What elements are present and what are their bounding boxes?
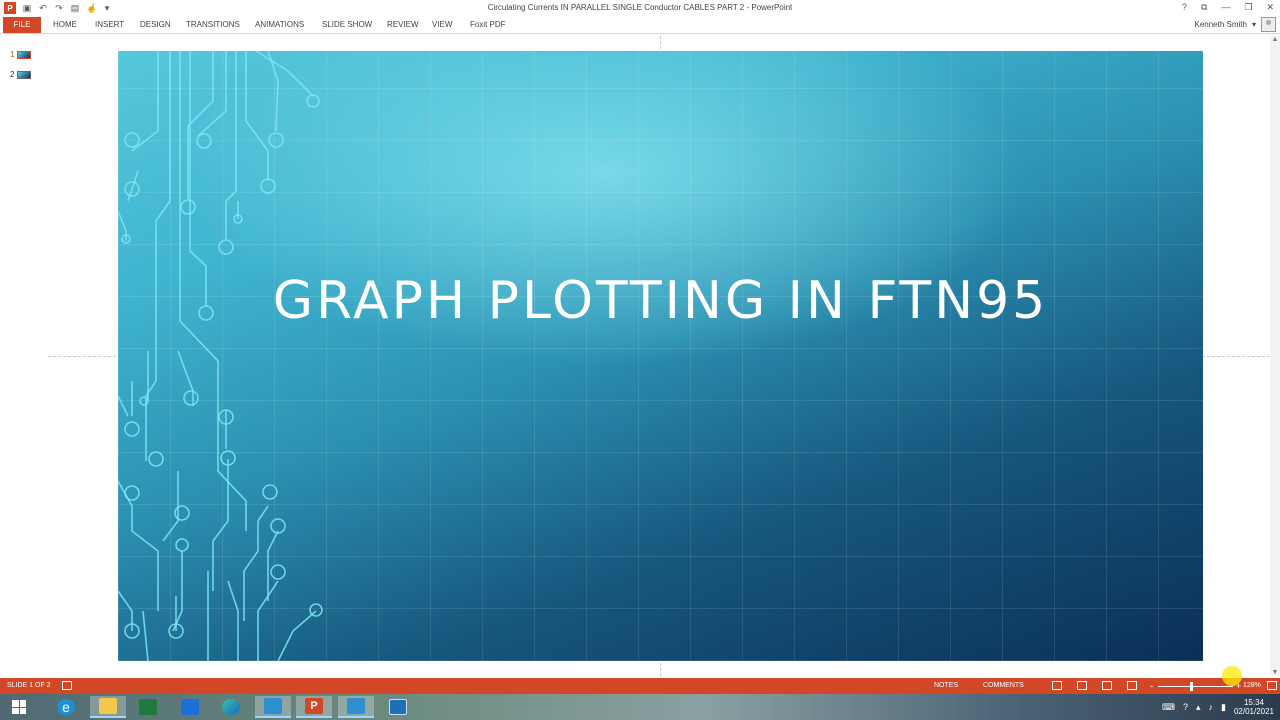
excel-icon xyxy=(139,699,157,715)
network-icon[interactable]: ▮ xyxy=(1221,702,1226,713)
internet-explorer-icon: e xyxy=(57,699,75,715)
system-tray: ⌨ ? ▴ ♪ ▮ 15:34 02/01/2021 xyxy=(1162,698,1274,716)
folder-icon xyxy=(99,698,117,714)
tab-slide-show[interactable]: SLIDE SHOW xyxy=(322,18,372,32)
user-name[interactable]: Kenneth Smith xyxy=(1195,20,1247,29)
taskbar-dropbox[interactable] xyxy=(172,696,208,718)
taskbar-edge[interactable] xyxy=(213,696,249,718)
zoom-slider-handle[interactable] xyxy=(1189,682,1193,691)
slide-sorter-icon[interactable] xyxy=(1077,681,1087,690)
spelling-check-icon[interactable] xyxy=(62,681,72,690)
tab-review[interactable]: REVIEW xyxy=(387,18,419,32)
help-icon[interactable]: ? xyxy=(1183,702,1188,712)
thumbnail-number: 1 xyxy=(10,50,15,59)
clock[interactable]: 15:34 02/01/2021 xyxy=(1234,698,1274,716)
slide-thumbnail-image[interactable] xyxy=(17,50,32,59)
remote-desktop-icon xyxy=(347,698,365,714)
tab-file[interactable]: FILE xyxy=(3,17,41,33)
slide-canvas[interactable]: GRAPH PLOTTING IN FTN95 xyxy=(118,51,1203,661)
fit-slide-icon[interactable] xyxy=(1267,681,1277,690)
window-title: Circulating Currents IN PARALLEL SINGLE … xyxy=(487,3,793,12)
slide-thumbnails-pane: 1 2 xyxy=(0,36,48,676)
user-dropdown-icon[interactable]: ▾ xyxy=(1252,20,1256,29)
close-button[interactable]: ✕ xyxy=(1266,2,1274,13)
minimize-button[interactable]: — xyxy=(1221,2,1230,13)
tray-overflow-icon[interactable]: ▴ xyxy=(1196,702,1201,713)
avatar[interactable] xyxy=(1261,17,1276,32)
scroll-up-icon[interactable]: ▲ xyxy=(1271,36,1279,43)
taskbar-remote-desktop[interactable] xyxy=(255,696,291,718)
clock-time: 15:34 xyxy=(1243,698,1264,707)
tab-design[interactable]: DESIGN xyxy=(140,18,171,32)
notes-button[interactable]: NOTES xyxy=(934,682,958,689)
tab-animations[interactable]: ANIMATIONS xyxy=(255,18,304,32)
circuit-decoration xyxy=(118,51,323,661)
tab-insert[interactable]: INSERT xyxy=(95,18,124,32)
window-controls: ? ⧉ — ❐ ✕ xyxy=(1182,2,1274,13)
zoom-level[interactable]: 128% xyxy=(1243,682,1261,689)
slide-title[interactable]: GRAPH PLOTTING IN FTN95 xyxy=(118,271,1203,331)
help-button[interactable]: ? xyxy=(1182,2,1187,13)
restore-button[interactable]: ❐ xyxy=(1244,2,1252,13)
taskbar-powerpoint[interactable]: P xyxy=(296,696,332,718)
taskbar-file-explorer[interactable] xyxy=(90,696,126,718)
tab-view[interactable]: VIEW xyxy=(432,18,452,32)
start-button[interactable] xyxy=(4,696,34,718)
zoom-out-button[interactable]: - xyxy=(1150,681,1153,691)
tab-transitions[interactable]: TRANSITIONS xyxy=(186,18,240,32)
ribbon-tabs: FILE HOME INSERT DESIGN TRANSITIONS ANIM… xyxy=(0,16,1280,34)
reading-view-icon[interactable] xyxy=(1102,681,1112,690)
thumbnail-slide-2[interactable]: 2 xyxy=(10,70,32,79)
tab-foxit-pdf[interactable]: Foxit PDF xyxy=(470,18,506,32)
taskbar-internet-explorer[interactable]: e xyxy=(48,696,84,718)
windows-logo-icon xyxy=(12,700,26,714)
mouse-cursor-highlight xyxy=(1222,666,1242,686)
scroll-down-icon[interactable]: ▼ xyxy=(1271,669,1279,676)
powerpoint-icon: P xyxy=(305,698,323,714)
ribbon-display-options-button[interactable]: ⧉ xyxy=(1201,2,1207,13)
zoom-slider[interactable] xyxy=(1158,686,1233,687)
thumbnail-slide-1[interactable]: 1 xyxy=(10,50,32,59)
windows-taskbar: e P ⌨ ? ▴ ♪ ▮ 15:34 02/01/2021 xyxy=(0,694,1280,720)
comments-button[interactable]: COMMENTS xyxy=(983,682,1024,689)
keyboard-icon[interactable]: ⌨ xyxy=(1162,702,1175,713)
recycle-bin-icon xyxy=(389,699,407,715)
status-bar: SLIDE 1 OF 2 NOTES COMMENTS - + 128% xyxy=(0,678,1280,694)
title-bar: P ▣ ↶ ↷ ▤ ☝ ▾ Circulating Currents IN PA… xyxy=(0,0,1280,16)
vertical-scrollbar[interactable]: ▲ ▼ xyxy=(1270,36,1280,676)
taskbar-remote-desktop-2[interactable] xyxy=(338,696,374,718)
dropbox-icon xyxy=(181,699,199,715)
tab-home[interactable]: HOME xyxy=(53,18,77,32)
thumbnail-number: 2 xyxy=(10,70,15,79)
edge-icon xyxy=(222,699,240,715)
normal-view-icon[interactable] xyxy=(1052,681,1062,690)
slide-counter: SLIDE 1 OF 2 xyxy=(7,682,51,689)
account-area[interactable]: Kenneth Smith ▾ xyxy=(1195,17,1276,32)
slide-show-icon[interactable] xyxy=(1127,681,1137,690)
slide-thumbnail-image[interactable] xyxy=(17,70,32,79)
clock-date: 02/01/2021 xyxy=(1233,707,1274,716)
powerpoint-window: P ▣ ↶ ↷ ▤ ☝ ▾ Circulating Currents IN PA… xyxy=(0,0,1280,720)
taskbar-excel[interactable] xyxy=(130,696,166,718)
volume-icon[interactable]: ♪ xyxy=(1209,702,1214,712)
taskbar-recycle-bin[interactable] xyxy=(380,696,416,718)
remote-desktop-icon xyxy=(264,698,282,714)
